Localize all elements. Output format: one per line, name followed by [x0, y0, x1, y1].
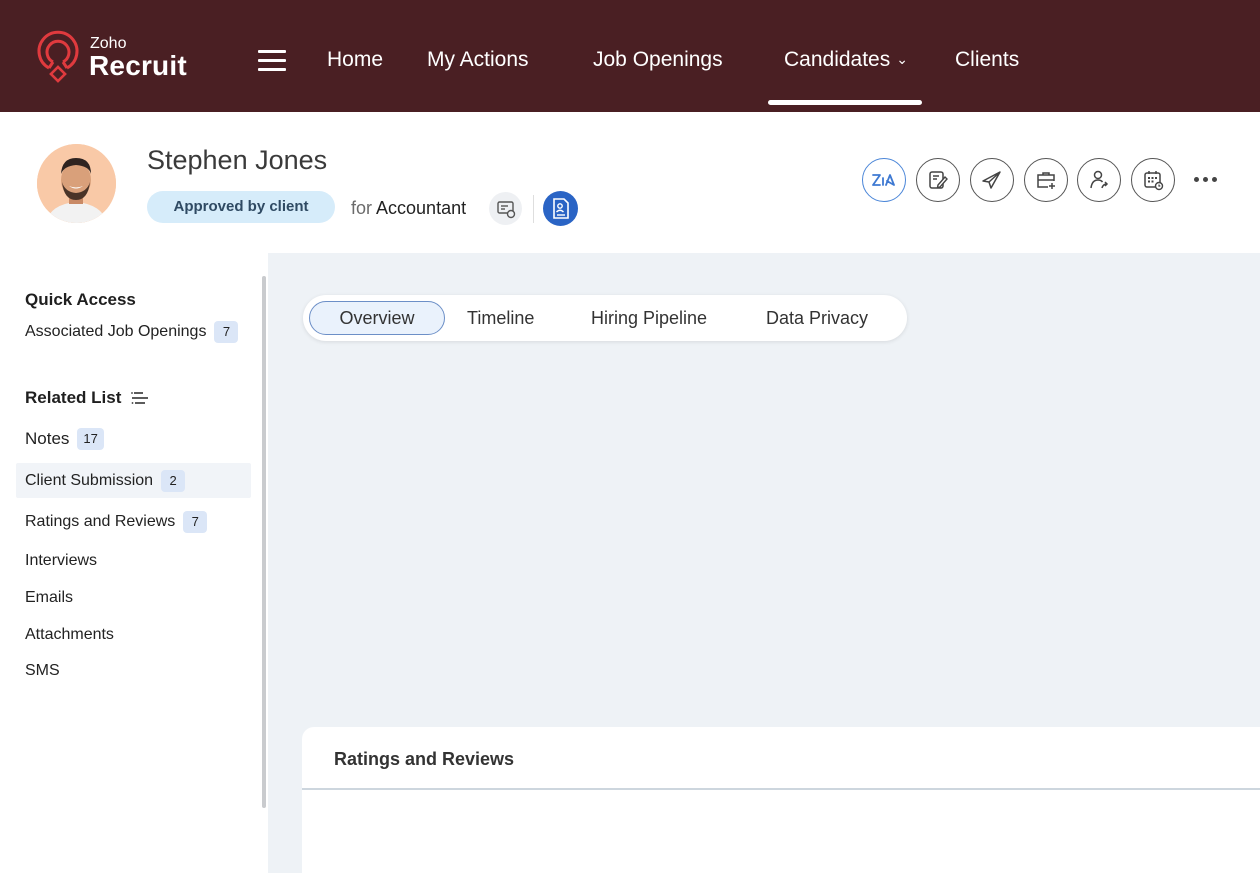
edit-note-icon — [929, 171, 948, 189]
job-title-link[interactable]: Accountant — [376, 198, 466, 218]
brand-name-text: Recruit — [89, 50, 187, 81]
change-status-button[interactable] — [489, 192, 522, 225]
send-icon — [982, 171, 1001, 189]
tab-label: Overview — [339, 308, 415, 328]
sidebar-item-label: Interviews — [25, 551, 98, 569]
sidebar-item-label: Client Submission — [25, 471, 154, 489]
nav-clients[interactable]: Clients — [955, 48, 1019, 72]
nav-candidates-label: Candidates — [784, 48, 891, 71]
zia-button[interactable] — [862, 158, 906, 202]
tab-label: Timeline — [467, 308, 535, 328]
related-list-heading: Related List — [25, 388, 122, 407]
nav-job-openings[interactable]: Job Openings — [593, 48, 723, 72]
ratings-and-reviews-card: Ratings and Reviews — [302, 727, 1260, 873]
count-badge: 7 — [183, 510, 208, 533]
assign-user-icon — [1090, 170, 1109, 189]
active-nav-indicator — [768, 100, 922, 105]
resume-document-icon — [553, 198, 569, 219]
tab-data-privacy[interactable]: Data Privacy — [766, 295, 868, 341]
sidebar-item-label: SMS — [25, 661, 60, 679]
sidebar-item-emails[interactable]: Emails — [16, 580, 251, 615]
nav-home-label: Home — [327, 48, 384, 71]
more-options-button[interactable] — [1194, 170, 1222, 188]
more-dots-icon — [1194, 176, 1199, 182]
nav-clients-label: Clients — [955, 48, 1020, 71]
assign-owner-button[interactable] — [1077, 158, 1121, 202]
send-email-button[interactable] — [970, 158, 1014, 202]
hamburger-icon — [258, 50, 286, 53]
associate-job-button[interactable] — [1024, 158, 1068, 202]
sidebar-item-client-submission[interactable]: Client Submission 2 — [16, 463, 251, 498]
resume-button[interactable] — [543, 191, 578, 226]
nav-job-openings-label: Job Openings — [593, 48, 723, 71]
dot — [1212, 176, 1217, 182]
zia-icon — [872, 174, 895, 186]
nav-my-actions[interactable]: My Actions — [427, 48, 529, 72]
tab-label: Data Privacy — [766, 308, 869, 328]
schedule-icon — [1144, 171, 1164, 191]
top-navigation-bar: Zoho Recruit Home My Actions Job Opening… — [0, 0, 1260, 112]
tab-label: Hiring Pipeline — [591, 308, 708, 328]
job-association-text: for Accountant — [351, 198, 466, 219]
hamburger-line — [258, 68, 286, 71]
tab-overview[interactable]: Overview — [309, 301, 445, 335]
sidebar-item-attachments[interactable]: Attachments — [16, 617, 251, 652]
sidebar-item-label: Ratings and Reviews — [25, 512, 176, 530]
card-divider — [302, 788, 1260, 790]
sidebar-item-label: Emails — [25, 588, 74, 606]
status-change-icon — [497, 201, 516, 219]
count-badge: 7 — [214, 320, 239, 343]
sidebar-item-associated-job-openings[interactable]: Associated Job Openings 7 — [16, 314, 251, 349]
add-job-icon — [1037, 172, 1055, 189]
sidebar-item-label: Notes — [25, 428, 70, 448]
dot — [1203, 176, 1208, 182]
tab-hiring-pipeline[interactable]: Hiring Pipeline — [591, 295, 707, 341]
sidebar-scrollbar[interactable] — [262, 276, 266, 808]
schedule-interview-button[interactable] — [1131, 158, 1175, 202]
chevron-down-icon: ⌄ — [896, 51, 908, 67]
add-note-button[interactable] — [916, 158, 960, 202]
sidebar-item-ratings-and-reviews[interactable]: Ratings and Reviews 7 — [16, 504, 251, 539]
filter-icon[interactable] — [131, 390, 149, 406]
sidebar-item-label: Associated Job Openings — [25, 322, 207, 340]
for-prefix: for — [351, 198, 373, 218]
sidebar-item-interviews[interactable]: Interviews — [16, 543, 251, 578]
record-tabs: Overview Timeline Hiring Pipeline Data P… — [303, 295, 907, 341]
hamburger-menu-button[interactable] — [258, 50, 286, 72]
count-badge: 17 — [77, 427, 104, 450]
quick-access-heading: Quick Access — [25, 290, 136, 309]
candidate-name: Stephen Jones — [147, 145, 328, 175]
divider — [533, 195, 534, 223]
sidebar-item-sms[interactable]: SMS — [16, 653, 251, 688]
count-badge: 2 — [161, 469, 186, 492]
card-title: Ratings and Reviews — [334, 749, 515, 769]
tab-timeline[interactable]: Timeline — [467, 295, 534, 341]
nav-home[interactable]: Home — [327, 48, 383, 72]
nav-candidates[interactable]: Candidates ⌄ — [784, 48, 908, 72]
person-photo-icon — [37, 144, 116, 223]
recruit-logo-icon — [37, 30, 79, 83]
nav-my-actions-label: My Actions — [427, 48, 529, 71]
sidebar-item-label: Attachments — [25, 625, 114, 643]
sidebar-item-notes[interactable]: Notes 17 — [16, 421, 251, 456]
hamburger-line — [258, 59, 286, 62]
candidate-status-badge[interactable]: Approved by client — [147, 191, 335, 223]
candidate-avatar[interactable] — [37, 144, 116, 223]
zoho-recruit-logo[interactable]: Zoho Recruit — [36, 30, 196, 86]
